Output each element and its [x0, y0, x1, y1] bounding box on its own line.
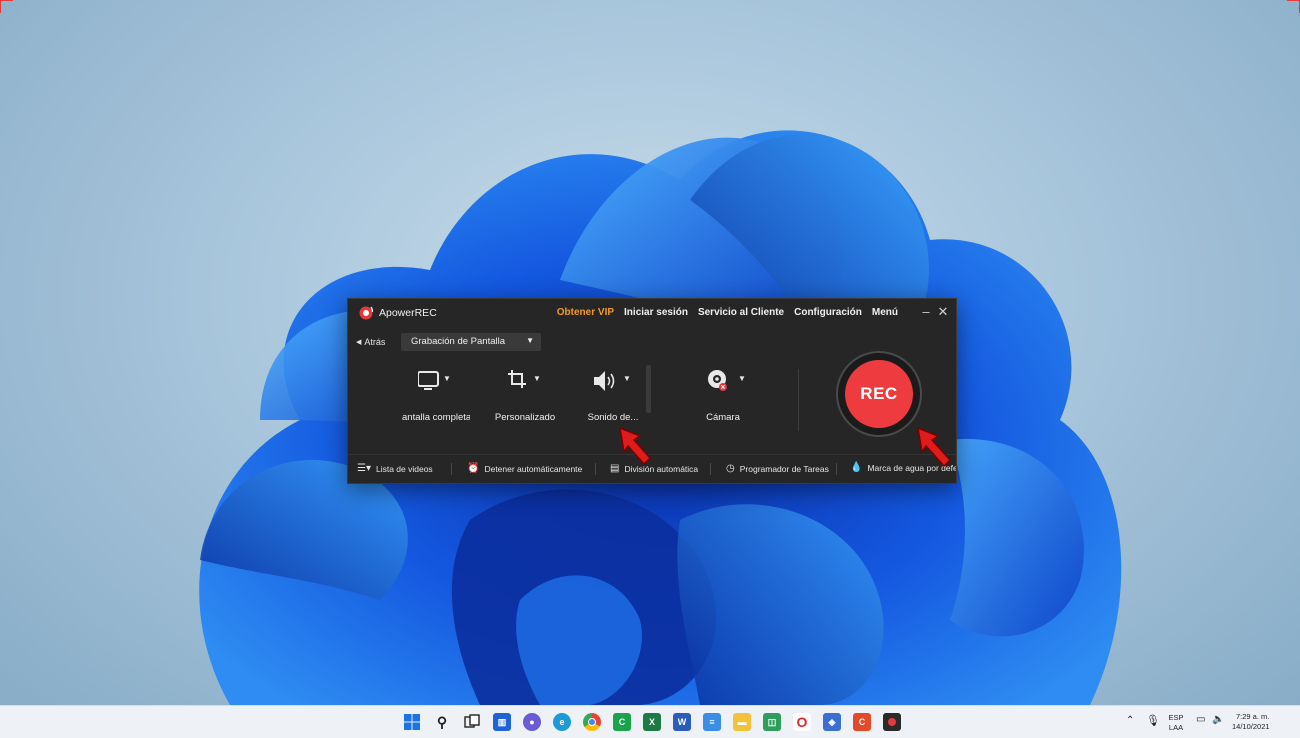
title-bar[interactable]: ApowerREC Obtener VIP Iniciar sesión Ser… — [348, 299, 956, 327]
chrome-icon[interactable] — [583, 713, 601, 731]
apowerrec-logo-icon — [359, 306, 373, 320]
back-label: Atrás — [364, 337, 386, 347]
keyboard-layout: LAA — [1168, 723, 1184, 732]
capture-corner-top-left — [0, 0, 13, 13]
snipping-icon[interactable]: ◫ — [763, 713, 781, 731]
divider — [798, 369, 799, 431]
camera-option[interactable]: ▼ Cámara — [686, 359, 760, 427]
list-icon: ☰▾ — [357, 463, 371, 474]
recording-mode-value: Grabación de Pantalla — [411, 336, 506, 347]
apowerrec-icon[interactable] — [883, 713, 901, 731]
language-indicator[interactable]: ESP LAA — [1164, 706, 1188, 738]
edge-icon[interactable]: e — [553, 713, 571, 731]
water-drop-icon: 💧 — [850, 462, 863, 473]
chevron-down-icon: ▼ — [443, 374, 451, 383]
desktop: ApowerREC Obtener VIP Iniciar sesión Ser… — [0, 0, 1300, 705]
widgets-icon[interactable]: ▥ — [493, 713, 511, 731]
custom-label: Personalizado — [494, 412, 556, 423]
close-button[interactable]: ✕ — [936, 305, 950, 319]
full-screen-label: antalla completa — [402, 412, 470, 423]
clock-icon: ◷ — [726, 463, 735, 474]
customer-service-link[interactable]: Servicio al Cliente — [698, 307, 784, 318]
login-link[interactable]: Iniciar sesión — [624, 307, 688, 318]
back-arrow-icon: ◀ — [356, 339, 362, 346]
custom-area-option[interactable]: ▼ Personalizado — [488, 359, 562, 427]
task-scheduler-button[interactable]: ◷ Programador de Tareas — [726, 463, 829, 474]
auto-stop-button[interactable]: ⏰ Detener automáticamente — [467, 463, 582, 474]
rec-button-ring: REC — [836, 351, 922, 437]
camtasia-recorder-icon[interactable]: C — [853, 713, 871, 731]
windows-start-icon[interactable] — [403, 713, 421, 731]
word-icon[interactable]: W — [673, 713, 691, 731]
opera-icon[interactable]: O — [793, 713, 811, 731]
app-icon[interactable]: ◈ — [823, 713, 841, 731]
crop-icon — [508, 370, 526, 388]
clock[interactable]: 7:29 a. m. 14/10/2021 — [1232, 706, 1290, 738]
minimize-button[interactable]: – — [919, 305, 933, 319]
get-vip-link[interactable]: Obtener VIP — [557, 307, 614, 318]
sound-option[interactable]: ▼ Sonido de... — [576, 359, 650, 427]
video-list-button[interactable]: ☰▾ Lista de videos — [357, 463, 433, 474]
recording-mode-select[interactable]: Grabación de Pantalla ▼ — [401, 333, 541, 351]
menu-link[interactable]: Menú — [872, 307, 898, 318]
separator — [451, 463, 452, 475]
clock-date: 14/10/2021 — [1232, 722, 1270, 731]
camera-label: Cámara — [706, 412, 740, 423]
sound-volume-scrollbar[interactable] — [646, 365, 651, 413]
separator — [836, 463, 837, 475]
chat-icon[interactable]: ● — [523, 713, 541, 731]
top-nav: Obtener VIP Iniciar sesión Servicio al C… — [557, 307, 898, 318]
video-list-label: Lista de videos — [375, 463, 433, 474]
language-code: ESP — [1168, 713, 1184, 722]
notepad-icon[interactable]: ≡ — [703, 713, 721, 731]
task-scheduler-label: Programador de Tareas — [739, 463, 829, 474]
capture-corner-top-right — [1287, 0, 1300, 13]
separator — [710, 463, 711, 475]
annotation-arrow-sound — [619, 426, 652, 466]
chevron-down-icon: ▼ — [533, 374, 541, 383]
rec-button[interactable]: REC — [845, 360, 913, 428]
monitor-icon — [418, 371, 439, 390]
app-title: ApowerREC — [379, 307, 437, 319]
camtasia-icon[interactable]: C — [613, 713, 631, 731]
sound-label: Sonido de... — [587, 412, 639, 423]
file-explorer-icon[interactable]: ▬ — [733, 713, 751, 731]
back-button[interactable]: ◀ Atrás — [356, 337, 385, 347]
chevron-down-icon: ▼ — [623, 374, 631, 383]
chevron-down-icon: ▼ — [526, 336, 534, 345]
search-icon[interactable]: ⚲ — [433, 713, 451, 731]
task-view-icon[interactable] — [463, 713, 481, 731]
annotation-arrow-rec — [917, 426, 952, 468]
settings-link[interactable]: Configuración — [794, 307, 862, 318]
auto-stop-label: Detener automáticamente — [484, 463, 583, 474]
chevron-down-icon: ▼ — [738, 374, 746, 383]
alarm-clock-icon: ⏰ — [467, 463, 480, 474]
excel-icon[interactable]: X — [643, 713, 661, 731]
separator — [595, 463, 596, 475]
full-screen-option[interactable]: ▼ antalla completa — [396, 359, 470, 427]
clock-time: 7:29 a. m. — [1236, 712, 1270, 721]
taskbar: ⚲ ▥ ● e C X W ≡ ▬ ◫ O ◈ C ⌃ 🎙 ESP LAA ▭ … — [0, 705, 1300, 738]
